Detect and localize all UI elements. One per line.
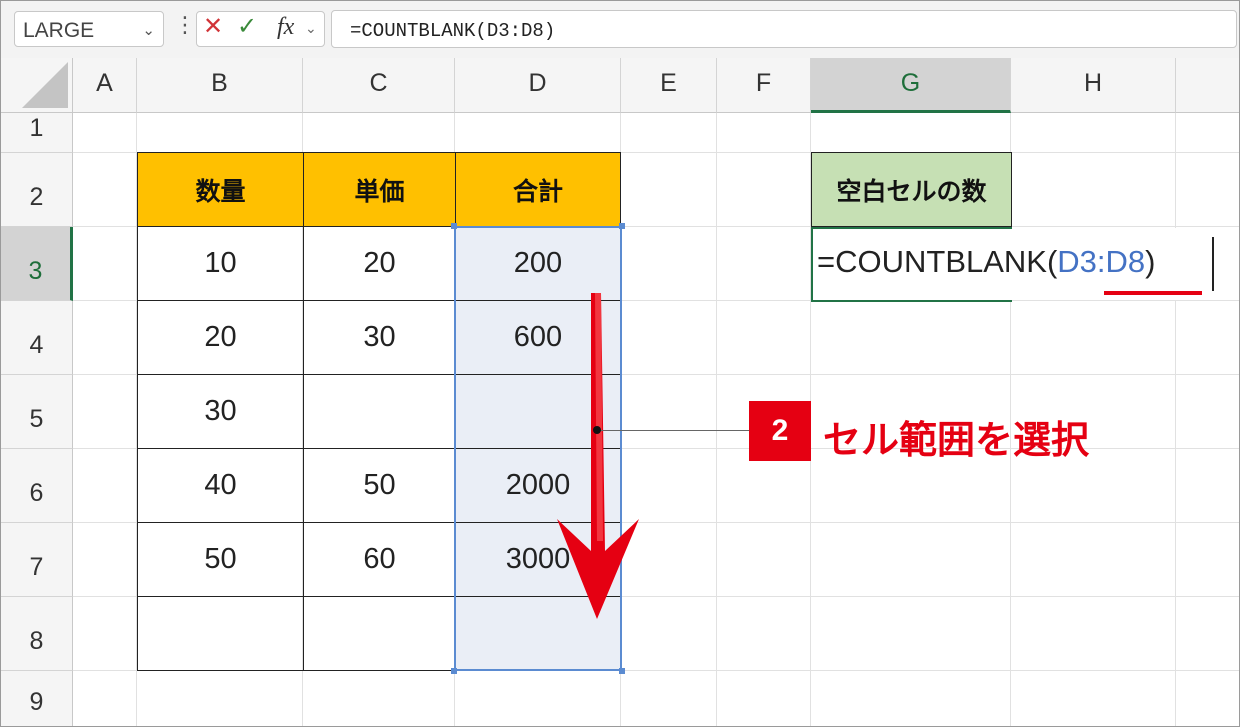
table-header-unit-price[interactable]: 単価	[303, 152, 456, 227]
formula-input[interactable]: =COUNTBLANK(D3:D8)	[331, 10, 1237, 48]
table-cell[interactable]: 30	[137, 374, 304, 449]
column-header-d[interactable]: D	[455, 58, 621, 113]
table-header-quantity[interactable]: 数量	[137, 152, 304, 227]
down-arrow-icon	[557, 293, 639, 619]
table-cell[interactable]: 10	[137, 226, 304, 301]
formula-bar: LARGE ⌄ ⋮ ✕ ✓ fx ⌄ =COUNTBLANK(D3:D8)	[1, 1, 1239, 59]
row-header-1[interactable]: 1	[1, 113, 73, 153]
table-cell[interactable]	[303, 374, 456, 449]
more-options-icon[interactable]: ⋮	[174, 14, 196, 36]
row-header-4[interactable]: 4	[1, 301, 73, 375]
table-cell[interactable]	[303, 596, 456, 671]
range-handle[interactable]	[451, 223, 457, 229]
cell-edit-formula[interactable]: =COUNTBLANK(D3:D8)	[817, 244, 1156, 280]
row-header-8[interactable]: 8	[1, 597, 73, 671]
text-cursor	[1212, 237, 1214, 291]
row-header-3[interactable]: 3	[1, 227, 73, 301]
column-header-a[interactable]: A	[73, 58, 137, 113]
row-header-5[interactable]: 5	[1, 375, 73, 449]
chevron-down-icon[interactable]: ⌄	[142, 21, 155, 39]
select-all-button[interactable]	[1, 58, 73, 113]
column-header-h[interactable]: H	[1011, 58, 1176, 113]
formula-text: =COUNTBLANK(D3:D8)	[350, 20, 556, 42]
row-header-6[interactable]: 6	[1, 449, 73, 523]
row-header-7[interactable]: 7	[1, 523, 73, 597]
table-header-total[interactable]: 合計	[455, 152, 621, 227]
row-header-9[interactable]: 9	[1, 671, 73, 726]
reference-underline	[1104, 291, 1202, 295]
table-cell[interactable]: 20	[137, 300, 304, 375]
close-icon[interactable]: ✕	[203, 15, 223, 39]
callout-dot	[593, 426, 601, 434]
insert-function-icon[interactable]: fx	[277, 15, 294, 39]
table-cell[interactable]: 20	[303, 226, 456, 301]
formula-buttons: ✕ ✓ fx ⌄	[196, 11, 325, 47]
callout-text: セル範囲を選択	[823, 420, 1090, 462]
name-box-value: LARGE	[23, 19, 95, 42]
column-header-f[interactable]: F	[717, 58, 811, 113]
table-cell[interactable]: 60	[303, 522, 456, 597]
column-header-g[interactable]: G	[811, 58, 1011, 113]
table-cell[interactable]: 50	[303, 448, 456, 523]
result-header[interactable]: 空白セルの数	[811, 152, 1012, 227]
table-cell[interactable]: 40	[137, 448, 304, 523]
name-box[interactable]: LARGE ⌄	[14, 11, 164, 47]
table-cell[interactable]: 30	[303, 300, 456, 375]
range-handle[interactable]	[619, 223, 625, 229]
spreadsheet-window: LARGE ⌄ ⋮ ✕ ✓ fx ⌄ =COUNTBLANK(D3:D8) A …	[0, 0, 1240, 727]
callout-leader-line	[597, 430, 749, 431]
table-cell[interactable]: 50	[137, 522, 304, 597]
column-header-next[interactable]	[1176, 58, 1239, 113]
column-header-e[interactable]: E	[621, 58, 717, 113]
column-header-b[interactable]: B	[137, 58, 303, 113]
range-handle[interactable]	[619, 668, 625, 674]
range-handle[interactable]	[451, 668, 457, 674]
chevron-down-icon[interactable]: ⌄	[305, 21, 317, 35]
row-header-2[interactable]: 2	[1, 153, 73, 227]
table-cell[interactable]	[137, 596, 304, 671]
formula-range-reference: D3:D8	[1057, 244, 1146, 279]
column-header-c[interactable]: C	[303, 58, 455, 113]
step-badge: 2	[749, 401, 811, 461]
check-icon[interactable]: ✓	[237, 15, 257, 39]
